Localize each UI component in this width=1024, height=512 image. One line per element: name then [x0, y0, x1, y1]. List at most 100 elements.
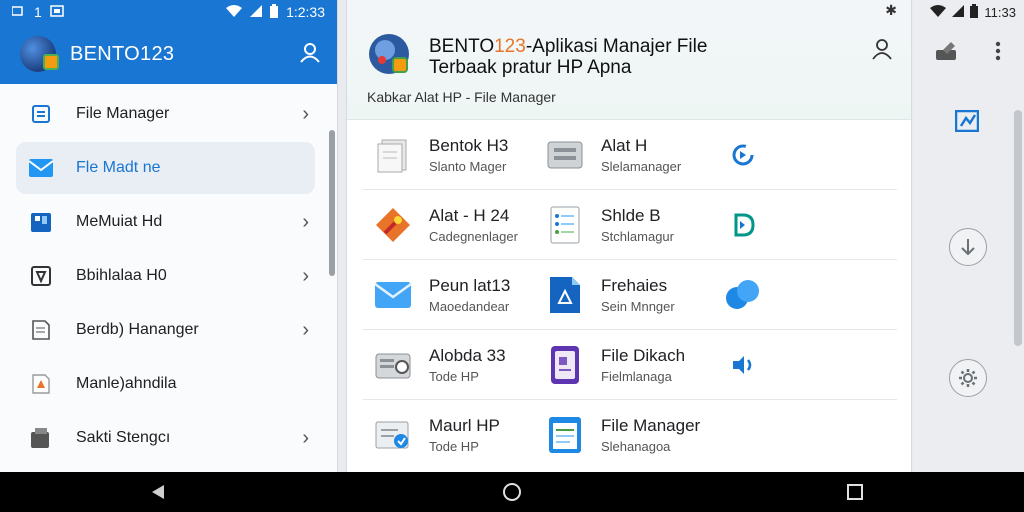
envelope-icon	[373, 275, 413, 315]
storage-icon	[28, 425, 54, 451]
document-icon	[28, 101, 54, 127]
download-button[interactable]	[949, 228, 987, 266]
drawer-item-label: Berdb) Hananger	[76, 321, 199, 338]
more-vert-icon[interactable]	[995, 41, 1001, 66]
battery-icon	[970, 3, 979, 21]
item-title: Frehaies	[601, 275, 668, 295]
navigation-drawer: 1 1:2:33 BENTO123 File Manager › Fle Mad…	[0, 0, 338, 472]
item-title: File Dikach	[601, 345, 686, 365]
bluetooth-icon: ✱	[885, 2, 897, 18]
refresh-icon[interactable]	[723, 135, 763, 175]
battery-icon	[270, 3, 279, 21]
account-icon[interactable]	[299, 41, 321, 68]
signal-icon	[11, 4, 26, 20]
drawer-item-label: Sakti Stengcı	[76, 429, 171, 446]
pdf-icon	[28, 371, 54, 397]
item-subtitle: Maoedandear	[429, 298, 510, 314]
archive-icon	[545, 275, 585, 315]
grid-item[interactable]: Alat - H 24 Cadegnenlager	[363, 205, 545, 245]
grid-row: Peun lat13 Maoedandear Frehaies Sein Mnnge…	[363, 260, 897, 330]
drawer-item-file-manager[interactable]: File Manager ›	[16, 88, 315, 140]
drawer-item-storage[interactable]: Sakti Stengcı ›	[16, 412, 315, 464]
back-button[interactable]	[148, 482, 168, 502]
app-title: BENTO123	[70, 42, 175, 65]
settings-button[interactable]	[949, 359, 987, 397]
grid-item[interactable]: Frehaies Sein Mnnger	[545, 275, 721, 315]
drawer-item-shield[interactable]: Bbihlalaa H0 ›	[16, 250, 315, 302]
drawer-item-active[interactable]: Fle Madt ne	[16, 142, 315, 194]
shield-icon	[28, 263, 54, 289]
dialog-header: ✱ BENTO123-Aplikasi Manajer File Terbaak…	[347, 0, 911, 120]
d-share-icon[interactable]	[723, 205, 763, 245]
chevron-right-icon: ›	[302, 264, 309, 287]
account-icon[interactable]	[871, 38, 893, 65]
panel-scrollbar[interactable]	[1014, 110, 1022, 346]
title-prefix: BENTO	[429, 36, 495, 57]
item-title: File Manager	[601, 416, 701, 435]
grid-row: Alat - H 24 Cadegnenlager Shlde B Stchlama…	[363, 190, 897, 260]
chevron-right-icon: ›	[302, 210, 309, 233]
item-title: Shlde B	[601, 205, 661, 225]
audio-icon[interactable]	[723, 345, 763, 385]
chevron-right-icon: ›	[302, 426, 309, 449]
drawer-item-label: Bbihlalaa H0	[76, 267, 167, 284]
status-bar-right: 11:33	[913, 0, 1024, 24]
drawer-item-label: MeMuiat Hd	[76, 213, 163, 230]
item-title: Peun lat13	[429, 275, 511, 295]
drawer-item-label: File Manager	[76, 105, 170, 122]
drawer-item-label: Manle)ahndila	[76, 375, 177, 392]
cell-signal-icon	[952, 4, 965, 20]
cell-signal-icon	[250, 4, 263, 20]
tools-icon	[373, 205, 413, 245]
tablet-icon	[545, 345, 585, 385]
item-subtitle: Slanto Mager	[429, 158, 507, 174]
notepad-icon	[545, 415, 585, 455]
grid-item[interactable]: Maurl HP Tode HP	[363, 415, 545, 455]
drawer-item-phone[interactable]: MeMuiat Hd ›	[16, 196, 315, 248]
item-subtitle: Sein Mnnger	[601, 298, 675, 314]
mail-icon	[28, 155, 54, 181]
bubbles-icon[interactable]	[723, 275, 763, 315]
toolbar	[935, 40, 1001, 67]
grid-item[interactable]: File Dikach Fielmlanaga	[545, 345, 721, 385]
grid-row: Alobda 33 Tode HP File Dikach Fielmlanaga	[363, 330, 897, 400]
drawer-item-note[interactable]: Berdb) Hananger ›	[16, 304, 315, 356]
dialog-subtitle: Kabkar Alat HP - File Manager	[367, 89, 556, 105]
drawer-header: BENTO123	[0, 24, 337, 84]
status-time: 1:2:33	[286, 4, 325, 20]
item-subtitle: Slehanagoa	[601, 439, 671, 454]
status-carrier: 1	[34, 4, 42, 20]
papers-icon	[373, 135, 413, 175]
checklist-icon	[545, 205, 585, 245]
drawer-menu: File Manager › Fle Madt ne MeMuiat Hd › …	[0, 84, 337, 464]
grid-row: Maurl HP Tode HP File Manager Slehanagoa	[363, 400, 897, 470]
cabinet-icon	[545, 135, 585, 175]
app-logo-icon	[367, 32, 411, 76]
grid-item[interactable]: Alat H Slelamanager	[545, 135, 721, 175]
grid-item[interactable]: Peun lat13 Maoedandear	[363, 275, 545, 315]
note-icon	[28, 317, 54, 343]
item-title: Alat H	[601, 135, 648, 155]
edit-icon[interactable]	[935, 40, 959, 67]
item-title: Bentok H3	[429, 135, 509, 155]
item-subtitle: Cadegnenlager	[429, 228, 518, 244]
message-icon	[50, 4, 64, 20]
grid-item[interactable]: Alobda 33 Tode HP	[363, 345, 545, 385]
title-line2: Terbaak pratur HP Apna	[429, 57, 632, 78]
item-subtitle: Tode HP	[429, 439, 479, 454]
item-subtitle: Stchlamagur	[601, 228, 674, 244]
title-rest: -Aplikasi Manajer File	[525, 36, 708, 57]
home-button[interactable]	[502, 482, 522, 502]
chart-icon[interactable]	[954, 109, 980, 137]
grid-row: Bentok H3 Slanto Mager Alat H Slelamanager	[363, 120, 897, 190]
grid-item[interactable]: Shlde B Stchlamagur	[545, 205, 721, 245]
recents-button[interactable]	[845, 482, 865, 502]
status-time: 11:33	[984, 4, 1016, 20]
drawer-scrollbar[interactable]	[329, 130, 335, 276]
grid-item[interactable]: Bentok H3 Slanto Mager	[363, 135, 545, 175]
drawer-item-pdf[interactable]: Manle)ahndila	[16, 358, 315, 410]
item-subtitle: Slelamanager	[601, 158, 682, 174]
printer-icon	[373, 345, 413, 385]
grid-item[interactable]: File Manager Slehanagoa	[545, 415, 721, 455]
status-bar: 1 1:2:33	[0, 0, 337, 24]
